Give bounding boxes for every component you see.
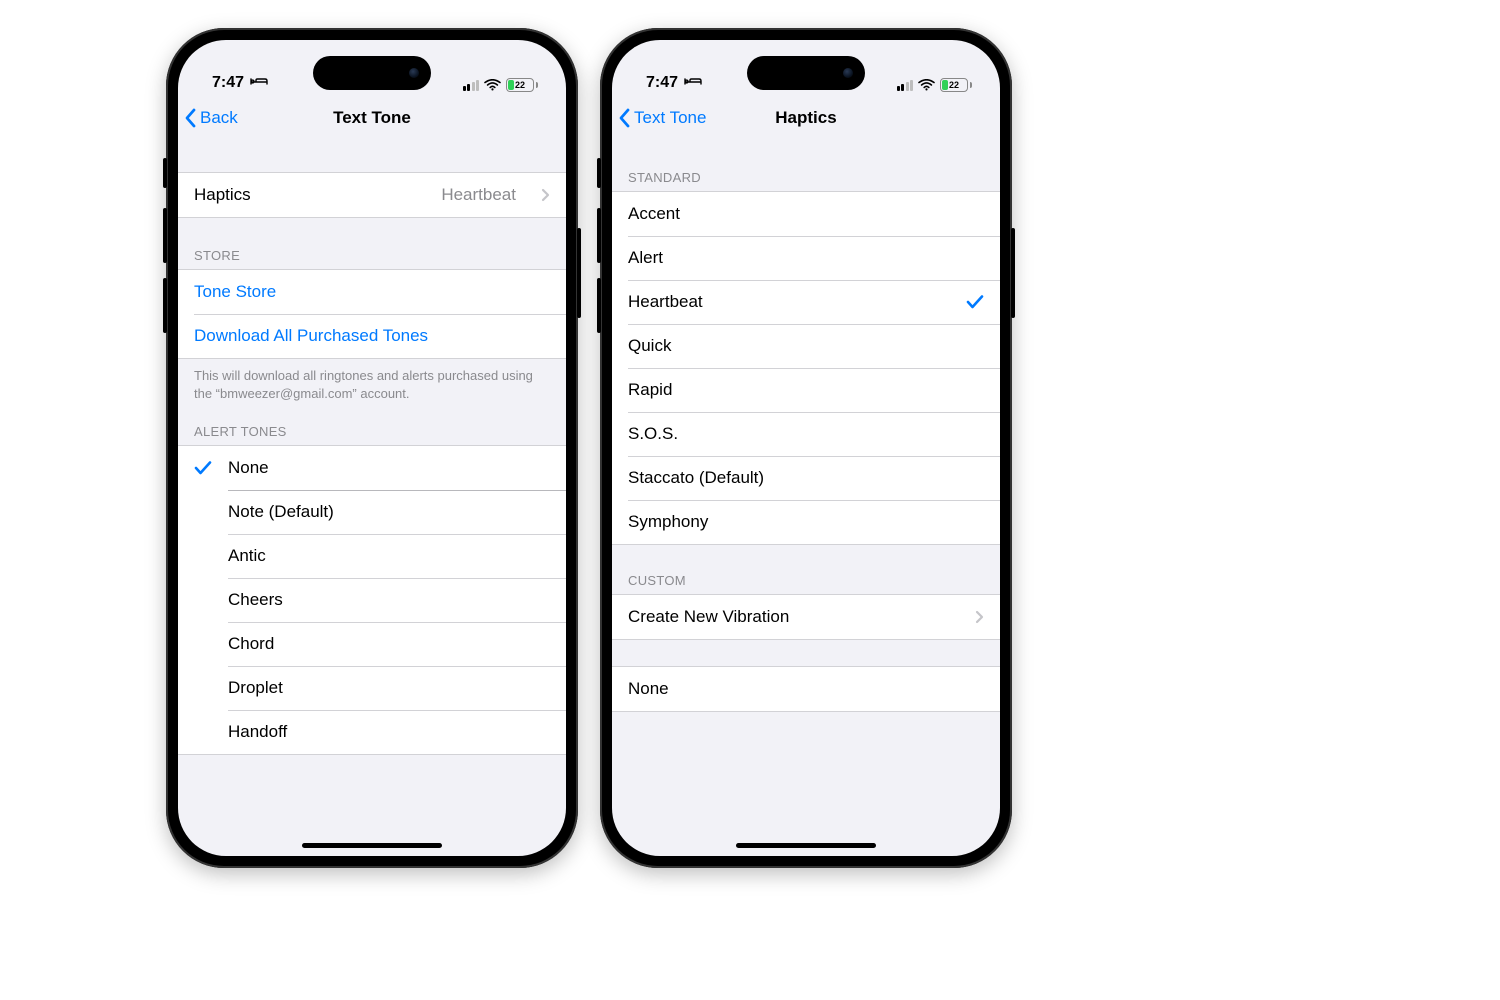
store-section-footer: This will download all ringtones and ale… <box>178 359 566 408</box>
battery-icon: 22 <box>940 78 972 92</box>
screen-text-tone: 7:47 22 Back <box>178 40 566 856</box>
wifi-icon <box>918 79 935 91</box>
status-time: 7:47 <box>646 74 678 92</box>
tone-store-row[interactable]: Tone Store <box>178 270 566 314</box>
haptics-row[interactable]: Haptics Heartbeat <box>178 173 566 217</box>
back-button[interactable]: Back <box>184 108 238 128</box>
dynamic-island <box>747 56 865 90</box>
page-title: Haptics <box>775 108 836 128</box>
haptics-label: Haptics <box>194 185 441 205</box>
haptic-symphony[interactable]: Symphony <box>612 500 1000 544</box>
alert-tone-antic[interactable]: Antic <box>178 534 566 578</box>
download-purchased-row[interactable]: Download All Purchased Tones <box>178 314 566 358</box>
chevron-right-icon <box>524 188 550 202</box>
alert-tone-none[interactable]: None <box>178 446 566 490</box>
haptic-rapid[interactable]: Rapid <box>612 368 1000 412</box>
screen-haptics: 7:47 22 Text Tone <box>612 40 1000 856</box>
haptic-none-row[interactable]: None <box>612 667 1000 711</box>
create-new-vibration-row[interactable]: Create New Vibration <box>612 595 1000 639</box>
store-section-header: STORE <box>178 242 566 269</box>
custom-section-header: CUSTOM <box>612 567 1000 594</box>
back-button[interactable]: Text Tone <box>618 108 706 128</box>
wifi-icon <box>484 79 501 91</box>
iphone-frame-left: 7:47 22 Back <box>166 28 578 868</box>
haptic-staccato[interactable]: Staccato (Default) <box>612 456 1000 500</box>
haptic-quick[interactable]: Quick <box>612 324 1000 368</box>
alert-tone-chord[interactable]: Chord <box>178 622 566 666</box>
haptic-accent[interactable]: Accent <box>612 192 1000 236</box>
navigation-bar: Text Tone Haptics <box>612 94 1000 143</box>
alert-tones-header: ALERT TONES <box>178 418 566 445</box>
navigation-bar: Back Text Tone <box>178 94 566 143</box>
dynamic-island <box>313 56 431 90</box>
haptic-heartbeat[interactable]: Heartbeat <box>612 280 1000 324</box>
iphone-frame-right: 7:47 22 Text Tone <box>600 28 1012 868</box>
alert-tone-droplet[interactable]: Droplet <box>178 666 566 710</box>
home-indicator[interactable] <box>736 843 876 848</box>
chevron-right-icon <box>958 610 984 624</box>
checkmark-icon <box>194 460 228 476</box>
sleep-icon <box>250 75 268 89</box>
status-time: 7:47 <box>212 74 244 92</box>
alert-tone-note[interactable]: Note (Default) <box>178 490 566 534</box>
cell-signal-icon <box>463 80 480 91</box>
alert-tone-handoff[interactable]: Handoff <box>178 710 566 754</box>
checkmark-icon <box>958 294 984 310</box>
home-indicator[interactable] <box>302 843 442 848</box>
cell-signal-icon <box>897 80 914 91</box>
haptics-value: Heartbeat <box>441 185 516 205</box>
back-label: Text Tone <box>634 108 706 128</box>
page-title: Text Tone <box>333 108 411 128</box>
battery-icon: 22 <box>506 78 538 92</box>
standard-section-header: STANDARD <box>612 164 1000 191</box>
sleep-icon <box>684 75 702 89</box>
haptic-sos[interactable]: S.O.S. <box>612 412 1000 456</box>
haptic-alert[interactable]: Alert <box>612 236 1000 280</box>
back-label: Back <box>200 108 238 128</box>
alert-tone-cheers[interactable]: Cheers <box>178 578 566 622</box>
